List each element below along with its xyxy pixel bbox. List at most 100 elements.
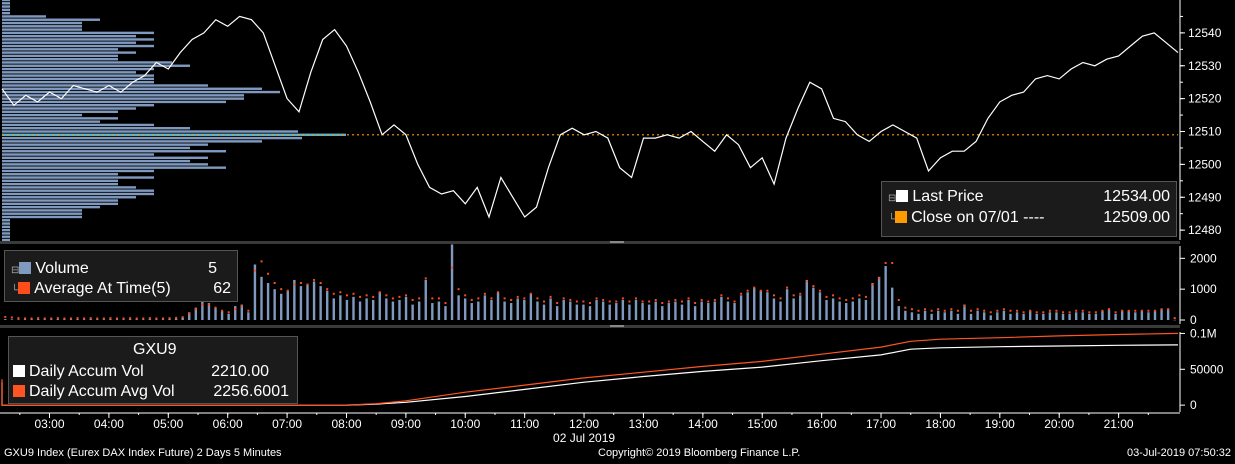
- volume-profile-bar: [2, 192, 154, 196]
- volume-bar: [950, 310, 953, 320]
- avg-at-time-dot: [602, 298, 605, 301]
- tree-branch-icon: └: [888, 214, 896, 225]
- avg-at-time-dot: [549, 295, 552, 298]
- volume-tick-label: 2000: [1190, 251, 1217, 265]
- avg-at-time-dot: [1022, 311, 1025, 314]
- legend-accum-vol[interactable]: Daily Accum Vol: [13, 363, 144, 381]
- avg-at-time-dot: [299, 282, 302, 284]
- volume-profile-bar: [2, 117, 118, 120]
- volume-bar: [601, 301, 605, 320]
- avg-at-time-dot: [1016, 309, 1019, 312]
- avg-at-time-dot: [293, 283, 296, 286]
- avg-at-time-dot: [641, 300, 644, 303]
- volume-profile-bar: [2, 57, 118, 61]
- volume-bar: [56, 319, 60, 320]
- volume-profile-bar: [2, 87, 262, 90]
- volume-bar: [253, 264, 257, 320]
- avg-at-time-dot: [779, 297, 782, 300]
- volume-bar: [1061, 313, 1065, 320]
- avg-at-time-dot: [812, 285, 815, 288]
- volume-bar: [523, 299, 526, 320]
- avg-at-time-dot: [523, 297, 526, 300]
- time-tick-label: 04:00: [94, 417, 124, 431]
- avg-at-time-dot: [115, 317, 118, 320]
- avg-at-time-dot: [411, 298, 414, 301]
- volume-profile-bar: [2, 67, 154, 71]
- volume-bar: [871, 283, 874, 320]
- avg-at-time-dot: [142, 317, 145, 320]
- volume-bar: [759, 290, 763, 320]
- time-tick-label: 09:00: [391, 417, 421, 431]
- volume-profile-bar: [2, 228, 10, 232]
- volume-legend[interactable]: ⊟ Volume 5 └ Average At Time(5) 62: [4, 250, 238, 302]
- volume-bar: [818, 292, 822, 320]
- avg-at-time-dot: [989, 311, 992, 314]
- avg-at-time-dot: [431, 297, 434, 300]
- collapse-icon[interactable]: ⊟: [888, 193, 896, 204]
- avg-at-time-dot: [1154, 309, 1157, 312]
- avg-at-time-dot: [234, 308, 237, 311]
- avg-at-time-dot: [1121, 309, 1124, 312]
- avg-at-time-dot: [615, 300, 618, 303]
- volume-profile-bar: [2, 189, 154, 192]
- legend-accum-avg-vol[interactable]: Daily Accum Avg Vol: [13, 383, 175, 401]
- legend-volume[interactable]: ⊟ Volume: [11, 260, 89, 278]
- time-tick-label: 08:00: [331, 417, 361, 431]
- avg-at-time-dot: [733, 300, 736, 303]
- avg-at-time-dot: [1127, 309, 1130, 312]
- volume-bar: [273, 289, 276, 320]
- avg-at-time-dot: [713, 298, 716, 301]
- volume-profile-bar: [2, 163, 208, 166]
- avg-at-time-dot: [385, 294, 388, 297]
- avg-at-time-dot: [188, 312, 191, 315]
- avg-at-time-dot: [135, 317, 138, 320]
- avg-at-time-dot: [621, 297, 624, 300]
- avg-at-time-dot: [365, 294, 368, 297]
- volume-bar: [917, 313, 920, 320]
- volume-profile-bar: [2, 196, 136, 199]
- avg-at-time-dot: [207, 303, 210, 306]
- avg-at-time-dot: [825, 295, 828, 298]
- price-tick-label: 12530: [1188, 59, 1222, 73]
- volume-profile-bar: [2, 71, 136, 74]
- avg-at-time-dot: [214, 306, 217, 309]
- avg-at-time-dot: [260, 260, 263, 263]
- legend-prev-close[interactable]: └ Close on 07/01 ----: [888, 209, 1044, 227]
- time-tick-label: 20:00: [1044, 417, 1074, 431]
- volume-bar: [122, 319, 125, 320]
- volume-bar: [772, 298, 776, 320]
- volume-bar: [1028, 310, 1032, 320]
- volume-bar: [1166, 309, 1170, 320]
- avg-at-time-dot: [175, 316, 178, 319]
- volume-bar: [555, 306, 559, 320]
- volume-profile-bar: [2, 205, 100, 209]
- accum-legend[interactable]: GXU9 Daily Accum Vol 2210.00 Daily Accum…: [8, 336, 298, 404]
- avg-at-time-dot: [956, 309, 959, 312]
- volume-bar: [792, 298, 795, 320]
- time-tick-label: 07:00: [272, 417, 302, 431]
- avg-at-time-dot: [772, 294, 775, 297]
- volume-profile-bar: [2, 110, 118, 113]
- last-price-value: 12534.00: [1103, 188, 1170, 205]
- legend-last-price[interactable]: ⊟ Last Price: [888, 188, 984, 206]
- legend-avg-at-time[interactable]: └ Average At Time(5): [11, 280, 171, 298]
- volume-value: 5: [208, 260, 217, 277]
- avg-at-time-dot: [1062, 311, 1065, 314]
- time-tick-label: 17:00: [866, 417, 896, 431]
- tree-branch-icon: └: [11, 285, 19, 296]
- volume-bar: [1120, 310, 1124, 320]
- collapse-icon[interactable]: ⊟: [11, 265, 19, 276]
- volume-bar: [135, 319, 138, 320]
- avg-at-time-dot: [930, 309, 933, 312]
- avg-at-time-dot: [871, 283, 874, 286]
- volume-bar: [831, 298, 835, 320]
- volume-bar: [10, 319, 14, 320]
- price-legend[interactable]: ⊟ Last Price 12534.00 └ Close on 07/01 ---…: [881, 181, 1177, 237]
- avg-at-time-dot: [43, 317, 46, 320]
- avg-at-time-dot: [483, 292, 486, 295]
- avg-at-time-dot: [799, 292, 802, 295]
- avg-at-time-dot: [845, 298, 848, 301]
- volume-bar: [1173, 319, 1176, 321]
- volume-bar: [779, 301, 782, 320]
- avg-at-time-dot: [818, 289, 821, 292]
